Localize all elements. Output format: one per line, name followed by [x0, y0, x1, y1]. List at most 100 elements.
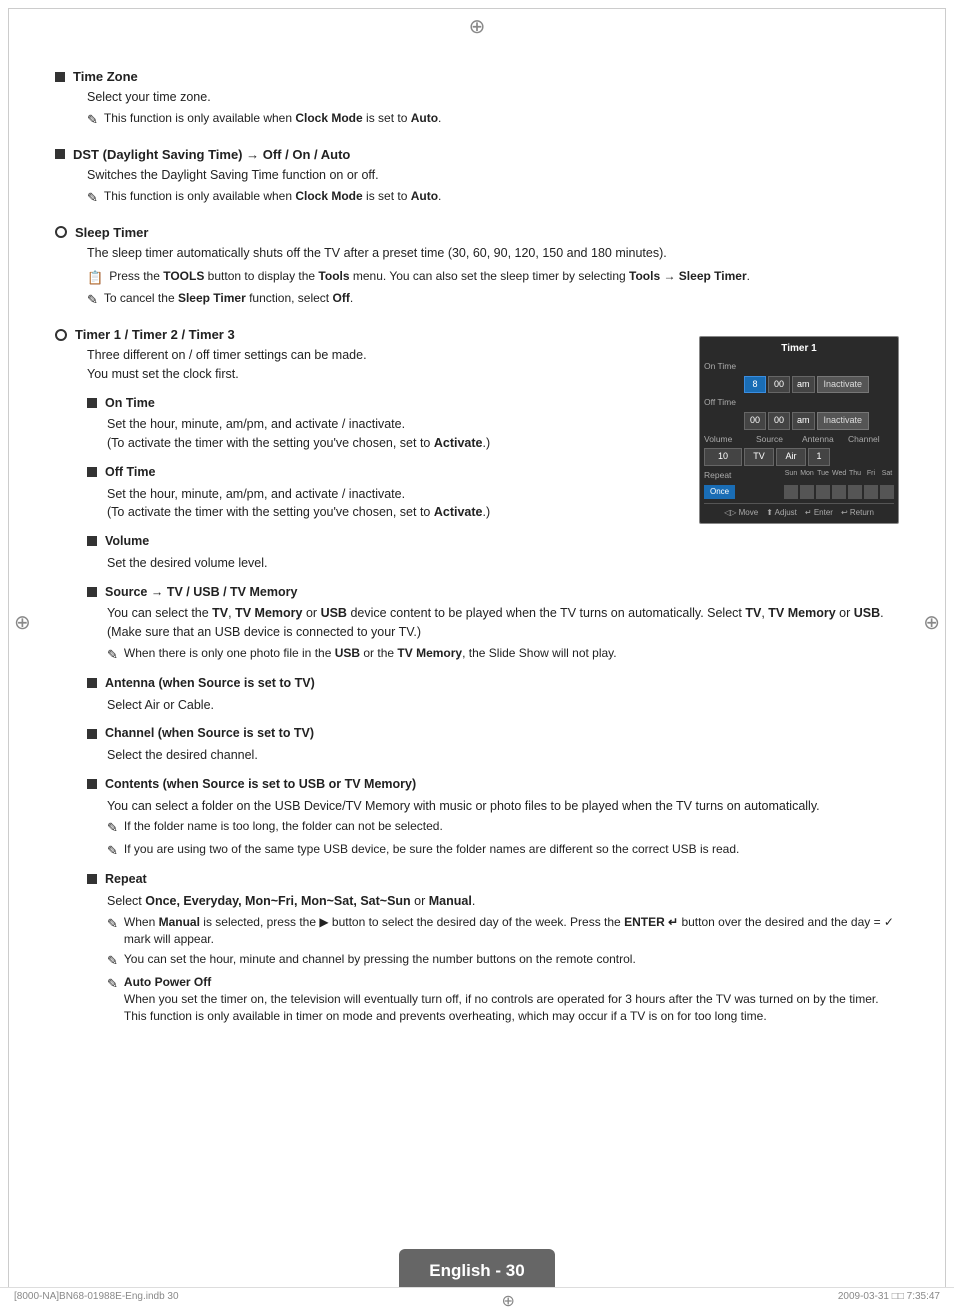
sub-contents-note1-text: If the folder name is too long, the fold…: [124, 818, 443, 835]
day-tue-box: [816, 485, 830, 499]
repeat-label: Repeat: [704, 469, 744, 482]
volume-source-values-row: 10 TV Air 1: [704, 448, 894, 466]
day-sun: Sun: [784, 469, 798, 480]
timer-nav: ◁▷ Move ⬆ Adjust ↵ Enter ↩ Return: [704, 503, 894, 519]
footer: [8000-NA]BN68-01988E-Eng.indb 30 ⊕ 2009-…: [0, 1287, 954, 1315]
nav-return: ↩ Return: [841, 507, 874, 519]
pencil-icon: ✎: [107, 975, 118, 993]
day-wed: Wed: [832, 469, 846, 480]
pencil-icon: ✎: [107, 819, 118, 837]
circle-bullet-icon: [55, 329, 67, 341]
nav-adjust: ⬆ Adjust: [766, 507, 797, 519]
on-time-values-row: 8 00 am Inactivate: [704, 376, 894, 394]
repeat-values-row: Once: [704, 485, 894, 499]
top-symbol: ⊕: [0, 0, 954, 39]
nav-enter: ↵ Enter: [805, 507, 833, 519]
nav-move: ◁▷ Move: [724, 507, 758, 519]
dst-body: Switches the Daylight Saving Time functi…: [55, 166, 899, 207]
sleep-timer-text: The sleep timer automatically shuts off …: [87, 244, 899, 263]
sub-repeat-header: Repeat: [87, 870, 899, 889]
timer-panel: Timer 1 On Time 8 00 am Inactivate Off T…: [699, 336, 899, 524]
sub-channel-text: Select the desired channel.: [107, 746, 899, 765]
section-dst: DST (Daylight Saving Time) → Off / On / …: [55, 147, 899, 207]
sub-repeat-text: Select Once, Everyday, Mon~Fri, Mon~Sat,…: [107, 892, 899, 911]
sub-antenna-title: Antenna (when Source is set to TV): [105, 674, 315, 693]
sub-on-time-header: On Time: [87, 394, 679, 413]
time-zone-title: Time Zone: [73, 69, 138, 84]
sub-source-title: Source → TV / USB / TV Memory: [105, 583, 297, 602]
sub-off-time-header: Off Time: [87, 463, 679, 482]
dst-text: Switches the Daylight Saving Time functi…: [87, 166, 899, 185]
timer-body: Timer 1 On Time 8 00 am Inactivate Off T…: [55, 346, 899, 1032]
section-time-zone: Time Zone Select your time zone. ✎ This …: [55, 69, 899, 129]
sub-channel: Channel (when Source is set to TV) Selec…: [87, 724, 899, 765]
day-thu: Thu: [848, 469, 862, 480]
bullet-icon: [87, 398, 97, 408]
sub-channel-header: Channel (when Source is set to TV): [87, 724, 899, 743]
section-sleep-timer: Sleep Timer The sleep timer automaticall…: [55, 225, 899, 309]
off-time-values-row: 00 00 am Inactivate: [704, 412, 894, 430]
day-sat: Sat: [880, 469, 894, 480]
sub-contents-note2: ✎ If you are using two of the same type …: [107, 841, 899, 860]
sub-antenna-header: Antenna (when Source is set to TV): [87, 674, 899, 693]
sub-repeat-auto-power: Auto Power Off When you set the timer on…: [124, 974, 899, 1024]
sub-channel-body: Select the desired channel.: [87, 746, 899, 765]
bullet-icon: [87, 467, 97, 477]
day-wed-box: [832, 485, 846, 499]
antenna-value: Air: [776, 448, 806, 466]
sub-repeat-note2-text: You can set the hour, minute and channel…: [124, 951, 636, 968]
sub-repeat-note1: ✎ When Manual is selected, press the ▶ b…: [107, 914, 899, 948]
on-time-min: 00: [768, 376, 790, 394]
sub-volume-header: Volume: [87, 532, 899, 551]
sub-repeat: Repeat Select Once, Everyday, Mon~Fri, M…: [87, 870, 899, 1025]
time-zone-header: Time Zone: [55, 69, 899, 84]
pencil-icon: ✎: [107, 646, 118, 664]
pencil-icon: ✎: [107, 952, 118, 970]
volume-value: 10: [704, 448, 742, 466]
tools-icon: 📋: [87, 269, 103, 287]
bullet-icon: [87, 536, 97, 546]
day-fri-box: [864, 485, 878, 499]
sleep-timer-title: Sleep Timer: [75, 225, 148, 240]
sub-source-body: You can select the TV, TV Memory or USB …: [87, 604, 899, 664]
volume-source-row: Volume Source Antenna Channel: [704, 433, 894, 446]
sub-source: Source → TV / USB / TV Memory You can se…: [87, 583, 899, 664]
timer-title: Timer 1 / Timer 2 / Timer 3: [75, 327, 235, 342]
footer-right: 2009-03-31 □□ 7:35:47: [838, 1291, 940, 1311]
sleep-timer-header: Sleep Timer: [55, 225, 899, 240]
sub-contents-header: Contents (when Source is set to USB or T…: [87, 775, 899, 794]
off-time-row: Off Time: [704, 396, 894, 409]
off-time-min: 00: [768, 412, 790, 430]
pencil-icon: ✎: [87, 291, 98, 309]
sub-source-header: Source → TV / USB / TV Memory: [87, 583, 899, 602]
dst-title: DST (Daylight Saving Time) → Off / On / …: [73, 147, 350, 162]
off-time-hour: 00: [744, 412, 766, 430]
channel-value: 1: [808, 448, 830, 466]
sleep-timer-body: The sleep timer automatically shuts off …: [55, 244, 899, 309]
sub-repeat-note1-text: When Manual is selected, press the ▶ but…: [124, 914, 899, 948]
sub-antenna-body: Select Air or Cable.: [87, 696, 899, 715]
main-content: Time Zone Select your time zone. ✎ This …: [0, 39, 954, 1150]
sub-contents-body: You can select a folder on the USB Devic…: [87, 797, 899, 860]
source-value: TV: [744, 448, 774, 466]
sleep-timer-note1: 📋 Press the TOOLS button to display the …: [87, 268, 899, 287]
off-time-status: Inactivate: [817, 412, 870, 430]
day-mon: Mon: [800, 469, 814, 480]
on-time-label: On Time: [704, 360, 744, 373]
dst-note-text: This function is only available when Clo…: [104, 188, 441, 205]
bullet-icon: [55, 72, 65, 82]
sub-volume-title: Volume: [105, 532, 149, 551]
antenna-label: Antenna: [802, 433, 842, 446]
bullet-icon: [87, 729, 97, 739]
day-sat-box: [880, 485, 894, 499]
sleep-timer-note2-text: To cancel the Sleep Timer function, sele…: [104, 290, 353, 307]
sub-source-note-text: When there is only one photo file in the…: [124, 645, 617, 662]
day-mon-box: [800, 485, 814, 499]
footer-left: [8000-NA]BN68-01988E-Eng.indb 30: [14, 1291, 179, 1311]
bullet-icon: [87, 678, 97, 688]
bullet-icon: [87, 779, 97, 789]
circle-bullet-icon: [55, 226, 67, 238]
on-time-hour: 8: [744, 376, 766, 394]
day-thu-box: [848, 485, 862, 499]
sub-off-time-title: Off Time: [105, 463, 155, 482]
